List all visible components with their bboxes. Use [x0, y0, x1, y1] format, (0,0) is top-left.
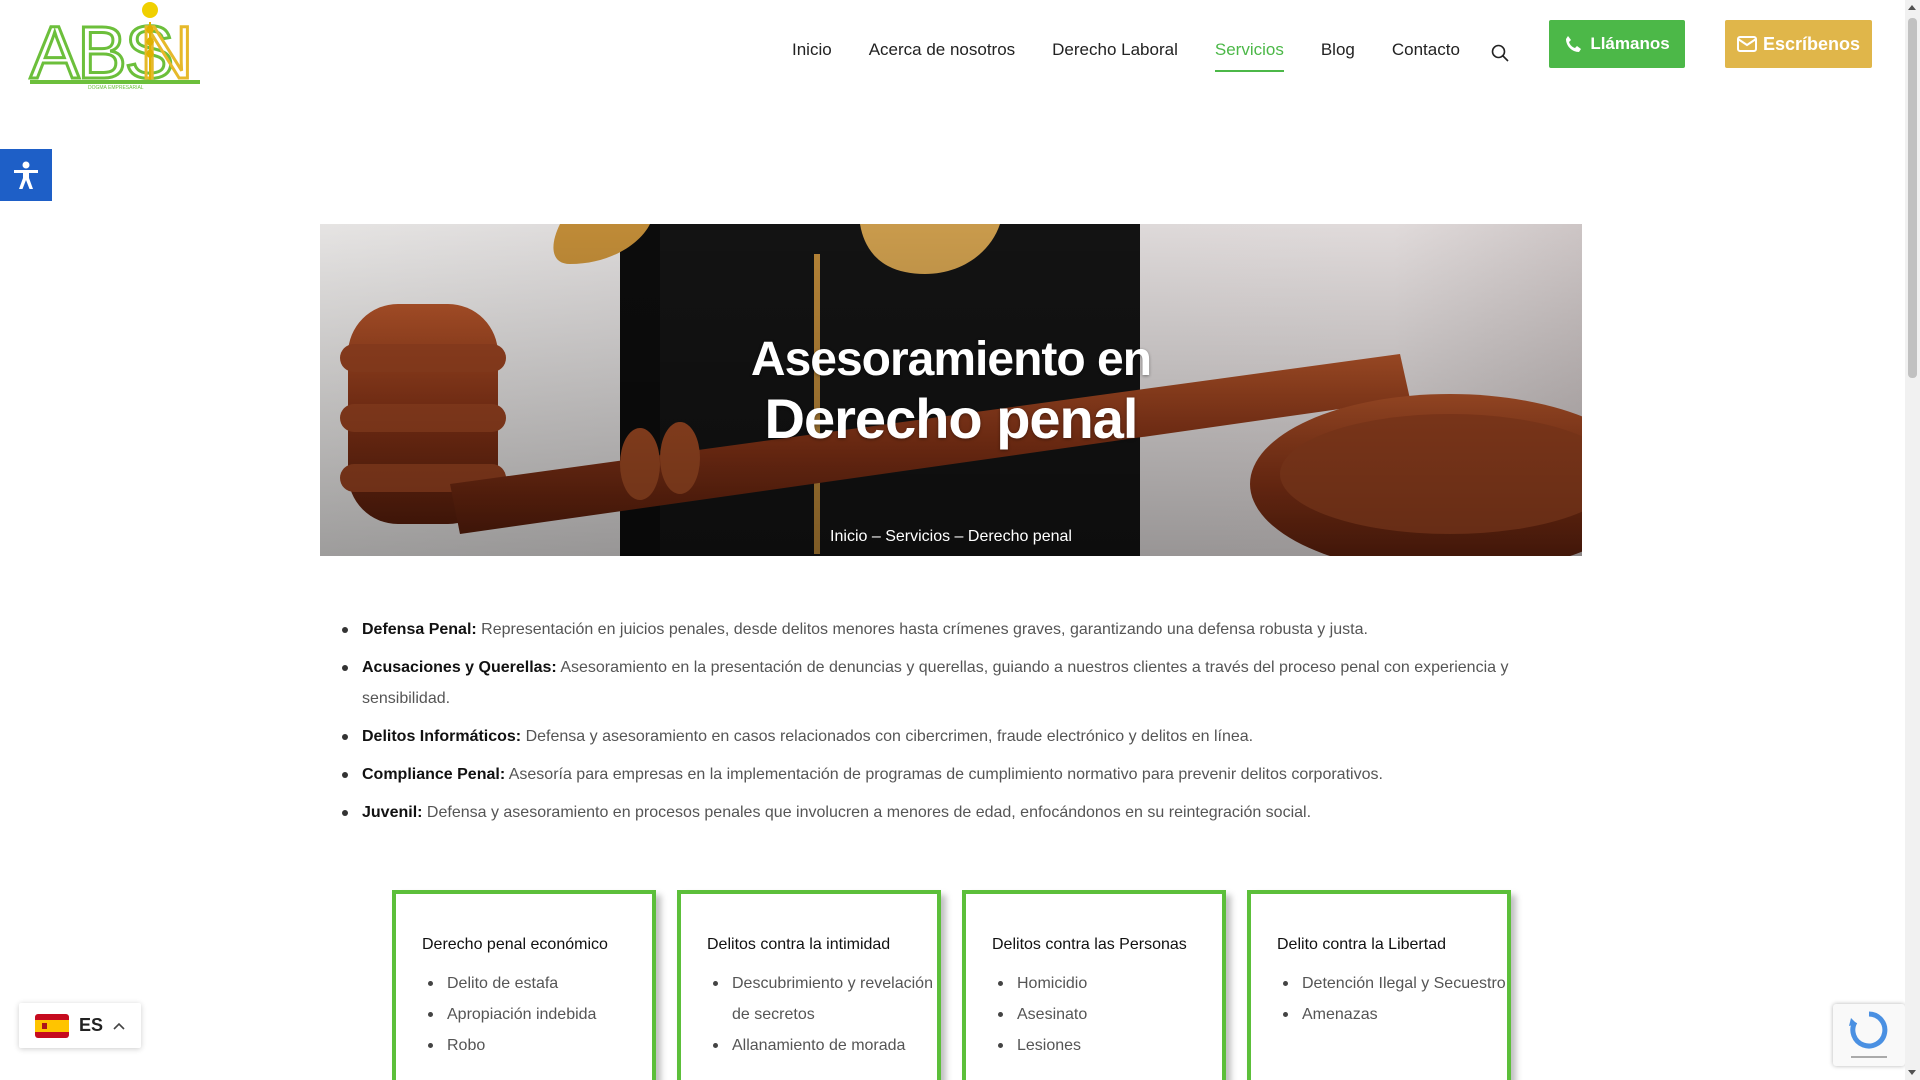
card-list-item: Lesiones [992, 1030, 1222, 1061]
search-icon[interactable] [1491, 44, 1509, 62]
list-item: Delitos Informáticos: Defensa y asesoram… [342, 721, 1522, 752]
nav-item-contacto[interactable]: Contacto [1392, 40, 1460, 72]
hero-banner: Asesoramiento en Derecho penal Inicio – … [320, 224, 1582, 556]
list-item: Juvenil: Defensa y asesoramiento en proc… [342, 797, 1522, 828]
card-title: Delitos contra las Personas [992, 936, 1187, 953]
language-switcher[interactable]: ES [19, 1003, 141, 1048]
nav-item-blog[interactable]: Blog [1321, 40, 1355, 72]
service-desc: Defensa y asesoramiento en procesos pena… [422, 804, 1312, 821]
write-button-label: Escríbenos [1762, 33, 1861, 54]
card-list-item: Robo [422, 1030, 652, 1061]
scroll-down-arrow[interactable] [1908, 1070, 1916, 1075]
service-term: Acusaciones y Querellas: [362, 659, 557, 676]
list-item: Compliance Penal: Asesoría para empresas… [342, 759, 1522, 790]
recaptcha-badge[interactable] [1833, 1004, 1905, 1066]
scroll-thumb[interactable] [1908, 18, 1917, 378]
card-title: Delitos contra la intimidad [707, 936, 891, 953]
card-list-item: Descubrimiento y revelación de secretos [707, 968, 937, 1030]
language-code: ES [79, 1015, 104, 1035]
card-title: Delito contra la Libertad [1277, 936, 1446, 953]
card-list-item: Amenazas [1277, 999, 1507, 1030]
services-list: Defensa Penal: Representación en juicios… [342, 614, 1522, 835]
service-desc: Asesoría para empresas en la implementac… [505, 766, 1383, 783]
card-delitos-personas: Delitos contra las Personas Homicidio As… [962, 890, 1226, 1080]
list-item: Defensa Penal: Representación en juicios… [342, 614, 1522, 645]
card-list-item: Delito de estafa [422, 968, 652, 999]
service-cards: Derecho penal económico Delito de estafa… [392, 890, 1511, 1080]
breadcrumb: Inicio – Servicios – Derecho penal [830, 528, 1072, 545]
accessibility-icon [14, 161, 38, 189]
nav-item-acerca[interactable]: Acerca de nosotros [869, 40, 1015, 72]
service-term: Compliance Penal: [362, 766, 506, 783]
hero-title-line2: Derecho penal [764, 387, 1139, 450]
card-delito-libertad: Delito contra la Libertad Detención Ileg… [1247, 890, 1511, 1080]
site-header: ABS N DOGMA EMPRESARIAL Inicio Acerca de… [0, 0, 1905, 110]
envelope-icon [1736, 36, 1757, 52]
chevron-up-icon [113, 1022, 125, 1030]
nav-item-inicio[interactable]: Inicio [792, 40, 832, 72]
absin-logo[interactable]: ABS N DOGMA EMPRESARIAL [28, 0, 208, 90]
service-term: Juvenil: [362, 804, 423, 821]
service-term: Defensa Penal: [362, 621, 477, 638]
write-button[interactable]: Escríbenos [1725, 20, 1872, 68]
main-nav: Inicio Acerca de nosotros Derecho Labora… [792, 40, 1497, 72]
spain-flag-icon [35, 1013, 69, 1038]
accessibility-button[interactable] [0, 149, 52, 201]
card-list-item: Allanamiento de morada [707, 1030, 937, 1061]
recaptcha-icon [1849, 1011, 1888, 1058]
service-term: Delitos Informáticos: [362, 728, 522, 745]
page-scrollbar[interactable] [1905, 0, 1920, 1080]
card-list-item: Asesinato [992, 999, 1222, 1030]
nav-item-derecho-laboral[interactable]: Derecho Laboral [1052, 40, 1178, 72]
phone-icon [1566, 36, 1582, 52]
card-derecho-penal-economico: Derecho penal económico Delito de estafa… [392, 890, 656, 1080]
card-title: Derecho penal económico [422, 936, 608, 953]
card-list-item: Homicidio [992, 968, 1222, 999]
nav-item-servicios[interactable]: Servicios [1214, 40, 1284, 72]
logo-tagline: DOGMA EMPRESARIAL [88, 85, 144, 90]
list-item: Acusaciones y Querellas: Asesoramiento e… [342, 652, 1522, 714]
card-list-item: Detención Ilegal y Secuestro [1277, 968, 1507, 999]
hero-title-line1: Asesoramiento en [750, 333, 1152, 386]
service-desc: Representación en juicios penales, desde… [476, 621, 1368, 638]
service-desc: Defensa y asesoramiento en casos relacio… [521, 728, 1254, 745]
call-button-label: Llámanos [1590, 34, 1670, 53]
card-delitos-intimidad: Delitos contra la intimidad Descubrimien… [677, 890, 941, 1080]
call-button[interactable]: Llámanos [1549, 20, 1685, 68]
card-list-item: Apropiación indebida [422, 999, 652, 1030]
scroll-up-arrow[interactable] [1908, 5, 1916, 10]
